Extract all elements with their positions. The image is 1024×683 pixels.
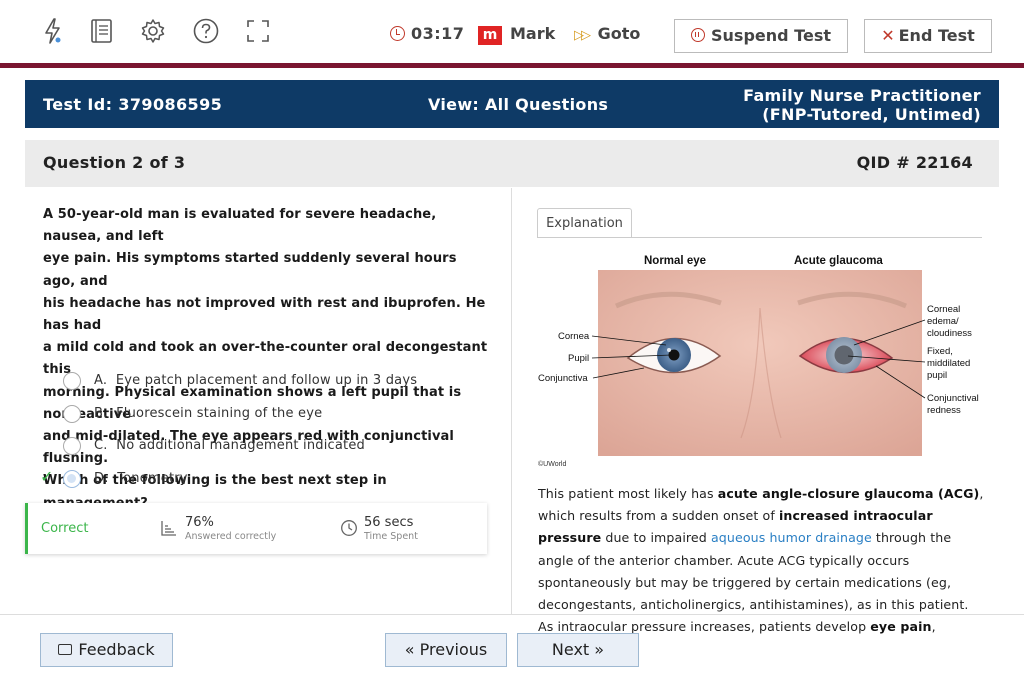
figure-title-normal: Normal eye — [644, 255, 706, 267]
footer-divider — [0, 614, 1024, 615]
label-fixed-pupil-2: middilated — [927, 358, 970, 369]
view-mode: View: All Questions — [428, 95, 609, 114]
label-conjunctiva: Conjunctiva — [538, 373, 588, 384]
term-eye-pain: eye pain — [870, 619, 932, 635]
option-text: A. Eye patch placement and follow up in … — [94, 373, 418, 388]
label-corneal-edema-2: edema/ — [927, 316, 959, 327]
answer-options: A. Eye patch placement and follow up in … — [40, 366, 500, 496]
stem-line: eye pain. His symptoms started suddenly … — [43, 251, 457, 289]
option-text: B. Fluorescein staining of the eye — [94, 405, 323, 421]
course-title: Family Nurse Practitioner (FNP-Tutored, … — [743, 86, 981, 124]
time-spent: 56 secs — [364, 515, 414, 530]
figure-credit: ©UWorld — [538, 460, 566, 468]
radio-button[interactable] — [63, 372, 81, 390]
question-bar: Question 2 of 3 QID # 22164 — [25, 140, 999, 187]
close-icon: ✕ — [881, 26, 895, 45]
gear-icon[interactable] — [138, 16, 168, 46]
fullscreen-icon[interactable] — [243, 16, 273, 46]
goto-label: Goto — [597, 24, 641, 43]
pane-divider — [511, 188, 512, 614]
option-text: D. Tonometry — [94, 470, 188, 486]
timer: 03:17 — [390, 24, 464, 43]
tab-explanation[interactable]: Explanation — [537, 208, 632, 238]
pause-icon — [691, 28, 706, 42]
percent-label: Answered correctly — [185, 531, 277, 542]
radio-button[interactable] — [63, 437, 81, 455]
explanation-text: This patient most likely has acute angle… — [538, 486, 984, 635]
question-number: Question 2 of 3 — [43, 153, 186, 172]
result-status: Correct — [41, 521, 89, 536]
glaucoma-illustration: Normal eye Acute glaucoma Cornea Pupil C… — [538, 255, 979, 468]
question-id: QID # 22164 — [856, 153, 973, 172]
mark-button[interactable]: m Mark — [478, 24, 555, 45]
percent-correct: 76% — [185, 515, 214, 530]
answer-option-c[interactable]: C. No additional management indicated — [40, 431, 500, 464]
double-chevron-left-icon: « — [404, 640, 415, 659]
speech-bubble-icon — [58, 644, 73, 655]
label-corneal-edema-3: cloudiness — [927, 328, 972, 339]
suspend-label: Suspend Test — [711, 26, 831, 45]
next-button[interactable]: Next » — [517, 633, 639, 667]
label-corneal-edema-1: Corneal — [927, 304, 960, 315]
stem-line: his headache has not improved with rest … — [43, 295, 486, 334]
end-label: End Test — [898, 26, 975, 45]
double-chevron-right-icon: » — [594, 640, 605, 659]
previous-button[interactable]: « Previous — [385, 633, 507, 667]
timer-value: 03:17 — [411, 24, 465, 43]
next-label: Next — [551, 640, 590, 659]
tab-underline — [537, 237, 982, 238]
time-spent-label: Time Spent — [364, 531, 418, 542]
end-test-button[interactable]: ✕ End Test — [864, 19, 992, 53]
toolbar-divider — [0, 63, 1024, 68]
label-fixed-pupil-1: Fixed, — [927, 346, 953, 357]
label-cornea: Cornea — [558, 331, 590, 342]
test-id: Test Id: 379086595 — [43, 95, 223, 114]
figure-title-glaucoma: Acute glaucoma — [794, 255, 883, 267]
label-pupil: Pupil — [568, 353, 589, 364]
lightning-icon[interactable] — [38, 16, 68, 46]
term-acg: acute angle-closure glaucoma (ACG) — [717, 486, 980, 501]
bar-chart-icon — [161, 521, 176, 536]
label-conjunctival-redness-2: redness — [927, 405, 961, 416]
mark-label: Mark — [510, 24, 556, 43]
option-text: C. No additional management indicated — [94, 438, 365, 453]
goto-arrow-icon: ▷▷ — [574, 28, 591, 43]
label-fixed-pupil-3: pupil — [927, 370, 947, 381]
answer-stats-panel: Correct 76% Answered correctly 56 secs T… — [25, 503, 487, 554]
test-header: Test Id: 379086595 View: All Questions F… — [25, 80, 999, 128]
answer-option-b[interactable]: B. Fluorescein staining of the eye — [40, 399, 500, 432]
clock-icon — [390, 26, 405, 41]
checkmark-icon: ✓ — [40, 466, 54, 486]
aqueous-humor-link[interactable]: aqueous humor drainage — [711, 530, 872, 545]
top-toolbar: 03:17 m Mark ▷▷ Goto Suspend Test ✕ End Te… — [0, 0, 1024, 64]
label-conjunctival-redness-1: Conjunctival — [927, 393, 979, 404]
radio-button[interactable] — [63, 404, 81, 423]
answer-option-a[interactable]: A. Eye patch placement and follow up in … — [40, 366, 500, 399]
clock-icon — [341, 520, 357, 536]
suspend-test-button[interactable]: Suspend Test — [674, 19, 848, 53]
answer-option-d[interactable]: ✓ D. Tonometry — [40, 464, 500, 497]
mark-badge-icon: m — [478, 26, 502, 45]
help-icon[interactable] — [191, 16, 221, 46]
radio-button-selected[interactable] — [63, 469, 81, 488]
feedback-button[interactable]: Feedback — [40, 633, 173, 667]
previous-label: Previous — [419, 640, 488, 659]
course-line-2: (FNP-Tutored, Untimed) — [762, 105, 981, 124]
feedback-label: Feedback — [78, 640, 155, 659]
goto-button[interactable]: ▷▷ Goto — [574, 24, 640, 43]
notebook-icon[interactable] — [86, 16, 116, 46]
stem-line: A 50-year-old man is evaluated for sever… — [43, 207, 437, 245]
course-line-1: Family Nurse Practitioner — [743, 86, 981, 105]
